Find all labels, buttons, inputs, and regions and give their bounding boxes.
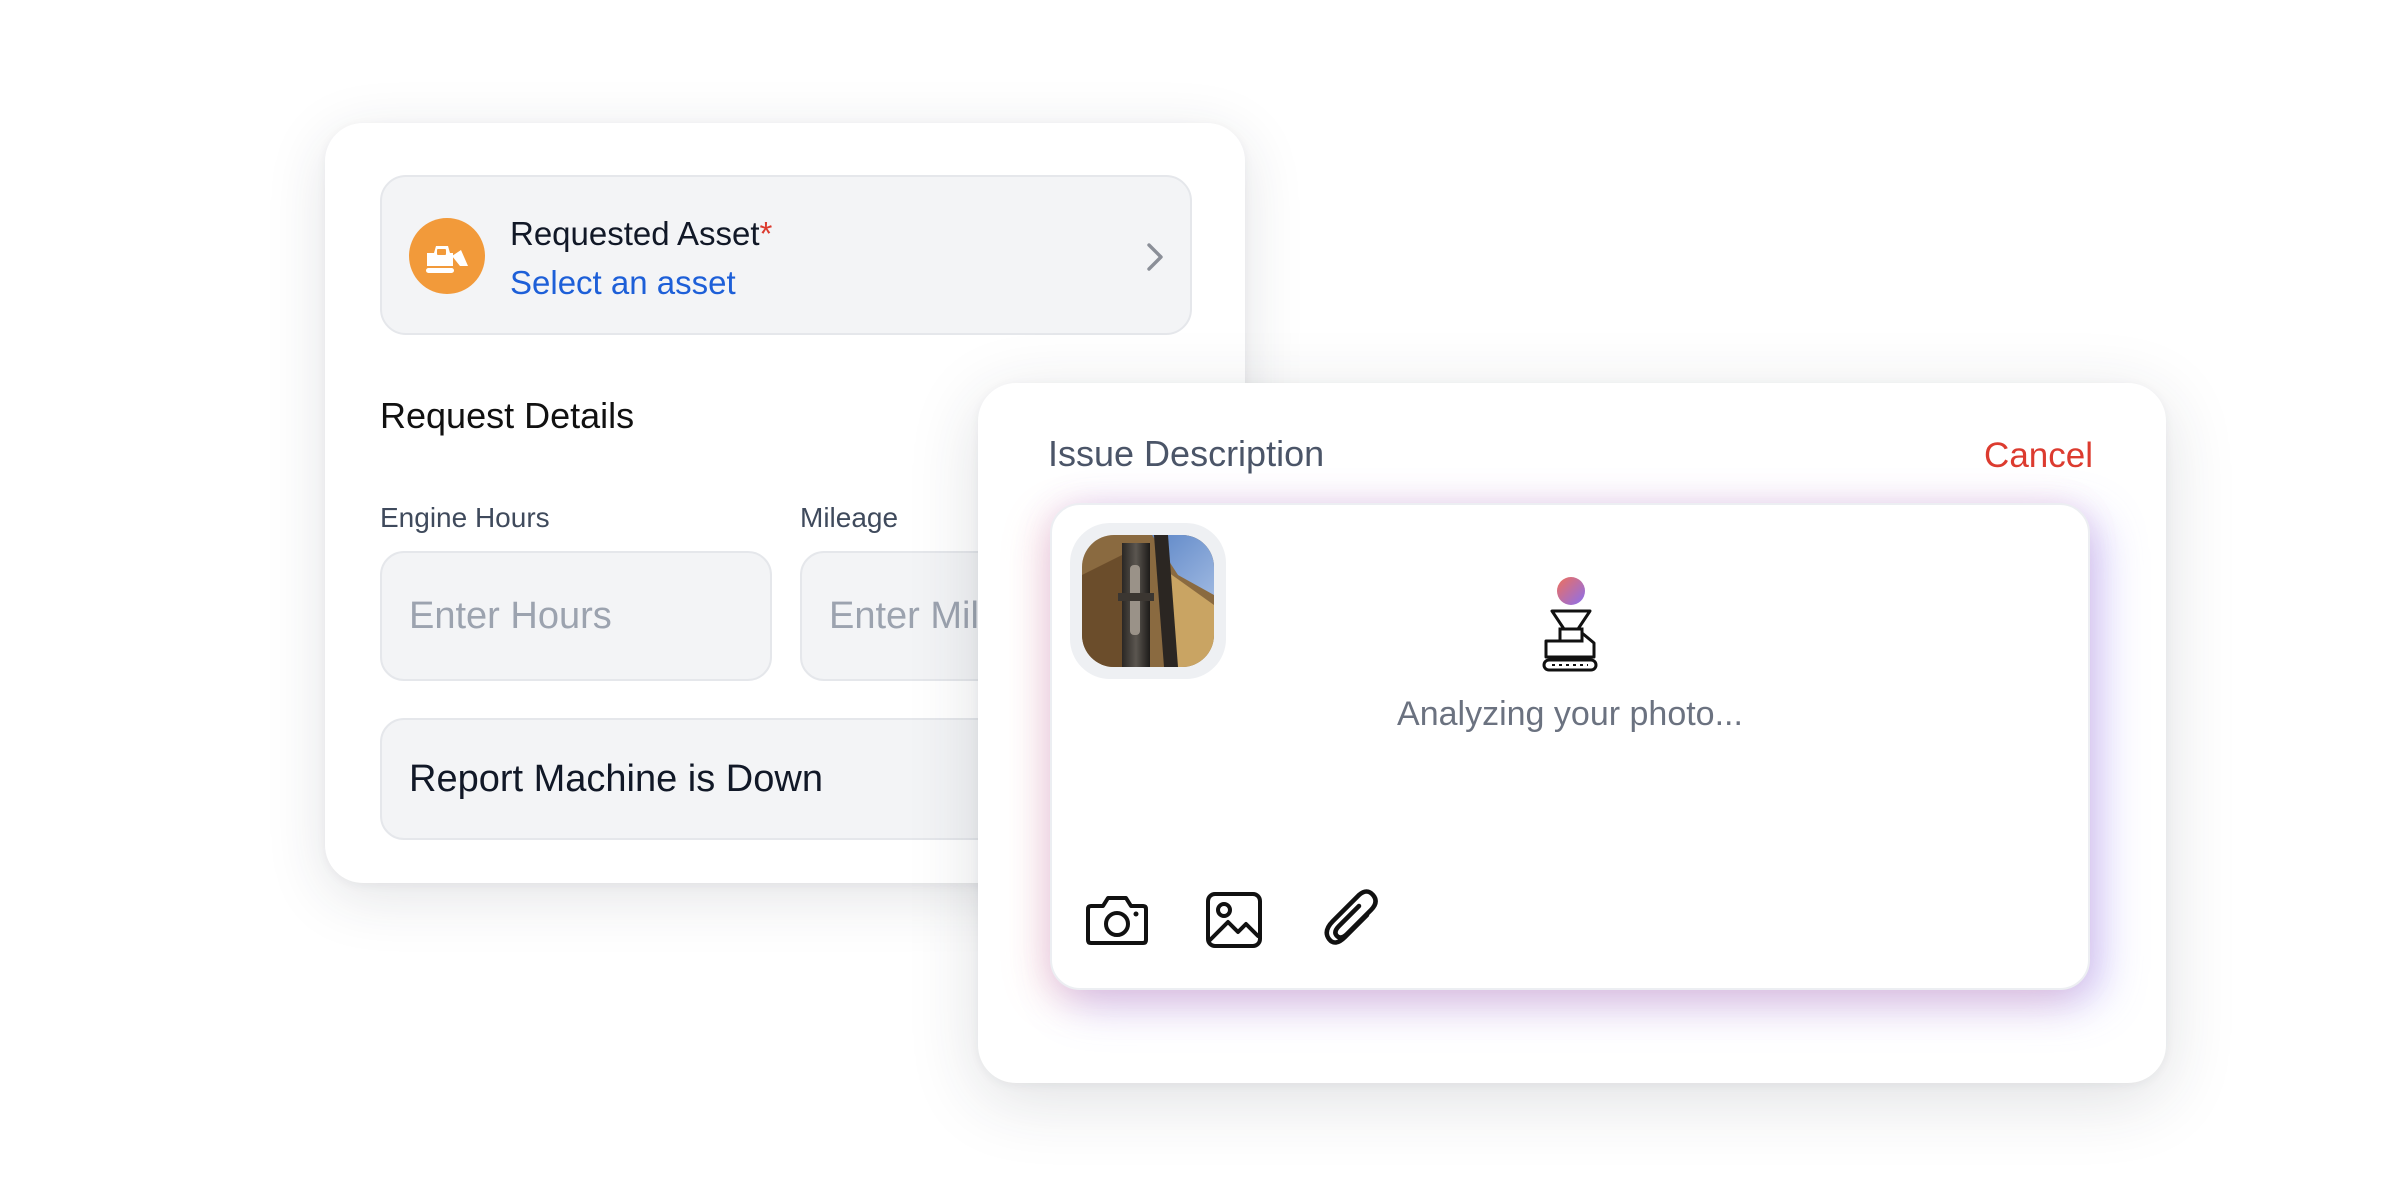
issue-description-card: Issue Description Cancel Analyzing your … [978, 383, 2166, 1083]
photo-thumbnail[interactable] [1070, 523, 1226, 679]
attached-photo [1082, 535, 1214, 667]
ai-machine-analyzing-icon [1542, 577, 1598, 672]
requested-asset-label: Requested Asset [510, 215, 760, 252]
paperclip-icon [1324, 889, 1378, 945]
attach-file-button[interactable] [1316, 887, 1386, 953]
select-asset-link[interactable]: Select an asset [510, 264, 736, 302]
issue-description-heading: Issue Description [1048, 433, 1325, 474]
engine-hours-input[interactable]: Enter Hours [380, 551, 772, 681]
excavator-icon [409, 218, 485, 294]
request-details-heading: Request Details [380, 395, 635, 436]
requested-asset-title: Requested Asset* [510, 215, 772, 253]
requested-asset-row[interactable]: Requested Asset* Select an asset [380, 175, 1192, 335]
issue-input-area[interactable]: Analyzing your photo... [1050, 503, 2090, 990]
required-marker: * [759, 215, 773, 252]
camera-button[interactable] [1082, 887, 1152, 953]
gallery-button[interactable] [1199, 887, 1269, 953]
analyzing-status-text: Analyzing your photo... [1397, 695, 1743, 733]
chevron-right-icon [1147, 243, 1163, 271]
engine-hours-label: Engine Hours [380, 502, 550, 533]
image-icon [1206, 892, 1262, 948]
cancel-button[interactable]: Cancel [1984, 436, 2093, 476]
camera-icon [1086, 896, 1148, 945]
mileage-label: Mileage [800, 502, 899, 533]
